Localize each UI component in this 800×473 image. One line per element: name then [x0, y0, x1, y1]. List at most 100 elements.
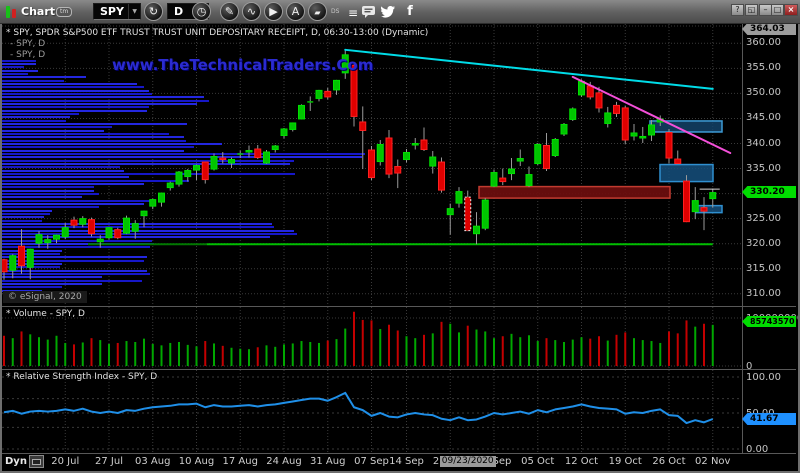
symbol-combo[interactable]: SPY ▼ [93, 3, 141, 20]
candle[interactable] [710, 193, 716, 199]
volume-bar[interactable] [686, 320, 688, 366]
candle[interactable] [185, 171, 191, 177]
volume-bar[interactable] [484, 331, 486, 366]
candle[interactable] [640, 136, 646, 138]
candle[interactable] [404, 153, 410, 160]
candle[interactable] [80, 219, 86, 225]
volume-bar[interactable] [677, 333, 679, 366]
candle[interactable] [447, 209, 453, 215]
volume-bar[interactable] [712, 325, 714, 366]
volume-bar[interactable] [694, 327, 696, 366]
candle[interactable] [412, 144, 418, 146]
candle[interactable] [500, 178, 506, 182]
candle[interactable] [316, 90, 322, 98]
volume-bar[interactable] [239, 349, 241, 366]
volume-bar[interactable] [231, 348, 233, 366]
candle[interactable] [211, 157, 217, 170]
volume-bar[interactable] [607, 341, 609, 366]
volume-bar[interactable] [432, 333, 434, 366]
candle[interactable] [220, 158, 226, 160]
draw-tool-button[interactable]: ✎ [220, 2, 239, 21]
time-axis[interactable]: Dyn 09/23/2020 20 Jul27 Jul03 Aug10 Aug1… [2, 454, 796, 471]
candle[interactable] [62, 228, 68, 237]
maximize-button[interactable]: □ [771, 4, 784, 16]
volume-bar[interactable] [283, 344, 285, 366]
volume-bar[interactable] [161, 345, 163, 366]
trendline-tool-button[interactable]: ∿ [242, 2, 261, 21]
candle[interactable] [631, 133, 637, 136]
candle[interactable] [141, 211, 147, 216]
candle[interactable] [570, 109, 576, 120]
candle[interactable] [54, 235, 60, 239]
candle[interactable] [430, 157, 436, 166]
volume-bar[interactable] [82, 342, 84, 366]
candle[interactable] [596, 93, 602, 108]
volume-bar[interactable] [309, 342, 311, 366]
volume-bar[interactable] [589, 339, 591, 366]
layout-button[interactable]: ≡ [342, 4, 358, 20]
candle[interactable] [281, 129, 287, 136]
volume-bar[interactable] [554, 340, 556, 366]
volume-bar[interactable] [581, 337, 583, 366]
candle[interactable] [10, 256, 16, 271]
volume-bar[interactable] [266, 345, 268, 366]
volume-bar[interactable] [187, 345, 189, 366]
volume-bar[interactable] [379, 329, 381, 366]
volume-bar[interactable] [64, 343, 66, 366]
candle[interactable] [526, 175, 532, 186]
rsi-line[interactable] [4, 393, 713, 423]
candle[interactable] [290, 123, 296, 130]
volume-bar[interactable] [222, 346, 224, 366]
annotate-button[interactable]: A [286, 2, 305, 21]
dyn-button[interactable]: Dyn [5, 456, 27, 467]
volume-bar[interactable] [703, 324, 705, 366]
volume-bar[interactable] [449, 324, 451, 366]
volume-bar[interactable] [616, 335, 618, 366]
support-zone-red[interactable] [479, 187, 670, 199]
volume-bar[interactable] [3, 336, 5, 366]
volume-bar[interactable] [493, 338, 495, 366]
volume-bar[interactable] [344, 329, 346, 366]
volume-bar[interactable] [458, 332, 460, 366]
volume-bar[interactable] [292, 343, 294, 366]
volume-bar[interactable] [414, 338, 416, 366]
candle[interactable] [561, 124, 567, 134]
volume-bar[interactable] [99, 340, 101, 366]
volume-bar[interactable] [73, 344, 75, 366]
candle[interactable] [482, 200, 488, 228]
volume-bar[interactable] [257, 347, 259, 366]
candle[interactable] [614, 105, 620, 113]
candle[interactable] [255, 149, 261, 158]
volume-bar[interactable] [598, 336, 600, 366]
volume-bar[interactable] [108, 344, 110, 366]
candle[interactable] [264, 152, 270, 163]
selected-candle[interactable] [465, 197, 471, 231]
volume-bar[interactable] [29, 334, 31, 366]
volume-bar[interactable] [406, 336, 408, 366]
candle[interactable] [202, 162, 208, 180]
candle[interactable] [421, 140, 427, 150]
candle[interactable] [19, 246, 25, 266]
volume-bar[interactable] [152, 344, 154, 366]
dyn-mode-icon[interactable] [29, 455, 44, 468]
candle[interactable] [2, 260, 7, 272]
candle[interactable] [299, 105, 305, 119]
volume-bar[interactable] [441, 322, 443, 366]
popout-button[interactable]: ◱ [745, 4, 758, 16]
volume-bar[interactable] [537, 341, 539, 366]
candle[interactable] [97, 239, 103, 242]
volume-bar[interactable] [169, 343, 171, 366]
volume-bar[interactable] [91, 338, 93, 366]
candle[interactable] [622, 108, 628, 140]
candle[interactable] [325, 91, 331, 97]
volume-bar[interactable] [134, 342, 136, 366]
candle[interactable] [587, 86, 593, 97]
candle[interactable] [36, 235, 42, 244]
pane-divider[interactable] [2, 369, 796, 370]
candle[interactable] [176, 172, 182, 184]
candle[interactable] [246, 151, 252, 153]
candle[interactable] [517, 159, 523, 162]
volume-bar[interactable] [642, 340, 644, 366]
volume-bar[interactable] [467, 326, 469, 366]
candle[interactable] [395, 167, 401, 174]
